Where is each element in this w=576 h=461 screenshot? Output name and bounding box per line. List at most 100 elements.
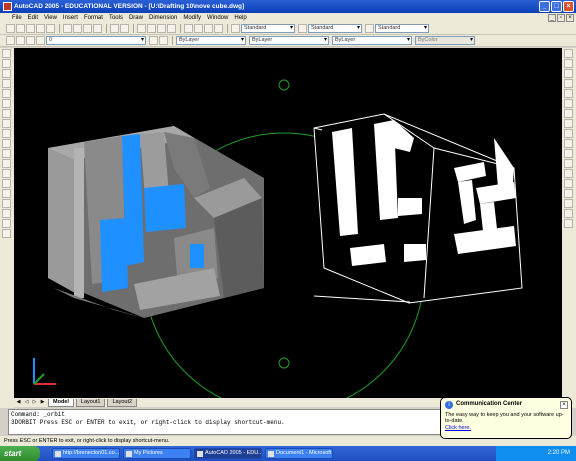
insert-block-icon[interactable]	[2, 159, 11, 168]
redo-icon[interactable]	[120, 24, 129, 33]
design-center-icon[interactable]	[194, 24, 203, 33]
menu-insert[interactable]: Insert	[63, 15, 78, 21]
layer-manager-icon[interactable]	[6, 36, 15, 45]
make-block-icon[interactable]	[2, 169, 11, 178]
text-style-combo[interactable]: Standard	[241, 24, 295, 33]
match-properties-icon[interactable]	[93, 24, 102, 33]
plot-style-combo[interactable]: ByColor	[415, 36, 475, 45]
plot-preview-icon[interactable]	[46, 24, 55, 33]
plot-icon[interactable]	[36, 24, 45, 33]
menu-format[interactable]: Format	[84, 15, 103, 21]
array-icon[interactable]	[564, 89, 573, 98]
menu-tools[interactable]: Tools	[109, 15, 123, 21]
fillet-icon[interactable]	[564, 179, 573, 188]
orbit-handle-top[interactable]	[278, 79, 290, 91]
menu-dimension[interactable]: Dimension	[149, 15, 177, 21]
table-icon[interactable]	[2, 219, 11, 228]
circle-icon[interactable]	[2, 109, 11, 118]
task-my-pictures[interactable]: My Pictures	[123, 448, 191, 459]
scale-icon[interactable]	[564, 119, 573, 128]
dim-style-combo[interactable]: Standard	[308, 24, 362, 33]
task-word[interactable]: Document1 - Microsoft...	[265, 448, 333, 459]
menu-edit[interactable]: Edit	[28, 15, 38, 21]
tool-palettes-icon[interactable]	[204, 24, 213, 33]
menu-draw[interactable]: Draw	[129, 15, 143, 21]
table-style-combo[interactable]: Standard	[375, 24, 429, 33]
doc-restore-button[interactable]: ▫	[557, 14, 565, 22]
tab-model[interactable]: Model	[48, 398, 74, 407]
copy-icon[interactable]	[73, 24, 82, 33]
open-icon[interactable]	[16, 24, 25, 33]
task-autocad[interactable]: AutoCAD 2005 - EDU...	[194, 448, 262, 459]
draw-order-icon[interactable]	[564, 199, 573, 208]
polyline-icon[interactable]	[2, 69, 11, 78]
new-icon[interactable]	[6, 24, 15, 33]
chamfer-icon[interactable]	[564, 169, 573, 178]
ellipse-icon[interactable]	[2, 139, 11, 148]
point-icon[interactable]	[2, 179, 11, 188]
menu-view[interactable]: View	[44, 15, 57, 21]
make-current-layer-icon[interactable]	[149, 36, 158, 45]
line-icon[interactable]	[2, 49, 11, 58]
undo-icon[interactable]	[110, 24, 119, 33]
doc-minimize-button[interactable]: _	[548, 14, 556, 22]
ellipse-arc-icon[interactable]	[2, 149, 11, 158]
break-icon[interactable]	[564, 159, 573, 168]
menu-help[interactable]: Help	[234, 15, 246, 21]
balloon-link[interactable]: Click here.	[445, 425, 567, 431]
tab-first-icon[interactable]: ◀	[15, 399, 22, 406]
tab-layout2[interactable]: Layout2	[107, 398, 138, 407]
properties-icon[interactable]	[184, 24, 193, 33]
arc-icon[interactable]	[2, 99, 11, 108]
lineweight-combo[interactable]: ByLayer	[332, 36, 412, 45]
help-icon[interactable]	[214, 24, 223, 33]
drawing-canvas[interactable]	[14, 48, 562, 414]
layer-previous-icon[interactable]	[159, 36, 168, 45]
rotate-icon[interactable]	[564, 109, 573, 118]
rectangle-icon[interactable]	[2, 89, 11, 98]
copy-object-icon[interactable]	[564, 59, 573, 68]
pan-icon[interactable]	[137, 24, 146, 33]
polygon-icon[interactable]	[2, 79, 11, 88]
start-button[interactable]: start	[0, 446, 40, 461]
orbit-handle-bottom[interactable]	[278, 357, 290, 369]
menu-modify[interactable]: Modify	[183, 15, 201, 21]
layer-combo[interactable]: 0	[46, 36, 146, 45]
cut-icon[interactable]	[63, 24, 72, 33]
extend-icon[interactable]	[564, 149, 573, 158]
trim-icon[interactable]	[564, 139, 573, 148]
mirror-icon[interactable]	[564, 69, 573, 78]
menu-file[interactable]: File	[12, 15, 22, 21]
offset-icon[interactable]	[564, 79, 573, 88]
tab-last-icon[interactable]: ▶	[39, 399, 46, 406]
region-icon[interactable]	[2, 209, 11, 218]
minimize-button[interactable]: _	[539, 1, 550, 12]
zoom-window-icon[interactable]	[157, 24, 166, 33]
explode-icon[interactable]	[564, 189, 573, 198]
multiline-text-icon[interactable]	[2, 229, 11, 238]
system-tray-clock[interactable]: 2:20 PM	[496, 446, 576, 461]
zoom-realtime-icon[interactable]	[147, 24, 156, 33]
command-line[interactable]: Command: _orbit 3DORBIT Press ESC or ENT…	[8, 409, 478, 435]
ucs-tool-icon[interactable]	[564, 219, 573, 228]
spline-icon[interactable]	[2, 129, 11, 138]
save-icon[interactable]	[26, 24, 35, 33]
menu-window[interactable]: Window	[207, 15, 228, 21]
balloon-close-button[interactable]: ×	[560, 401, 568, 409]
gradient-icon[interactable]	[2, 199, 11, 208]
zoom-previous-icon[interactable]	[167, 24, 176, 33]
revision-cloud-icon[interactable]	[2, 119, 11, 128]
close-button[interactable]: ×	[563, 1, 574, 12]
move-icon[interactable]	[564, 99, 573, 108]
paste-icon[interactable]	[83, 24, 92, 33]
tab-next-icon[interactable]: ▷	[31, 399, 38, 406]
doc-close-button[interactable]: ×	[566, 14, 574, 22]
erase-icon[interactable]	[564, 49, 573, 58]
construction-line-icon[interactable]	[2, 59, 11, 68]
task-browser[interactable]: http://brenecton01.co...	[52, 448, 120, 459]
tab-layout1[interactable]: Layout1	[75, 398, 106, 407]
maximize-button[interactable]: □	[551, 1, 562, 12]
linetype-combo[interactable]: ByLayer	[249, 36, 329, 45]
hatch-icon[interactable]	[2, 189, 11, 198]
color-combo[interactable]: ByLayer	[176, 36, 246, 45]
